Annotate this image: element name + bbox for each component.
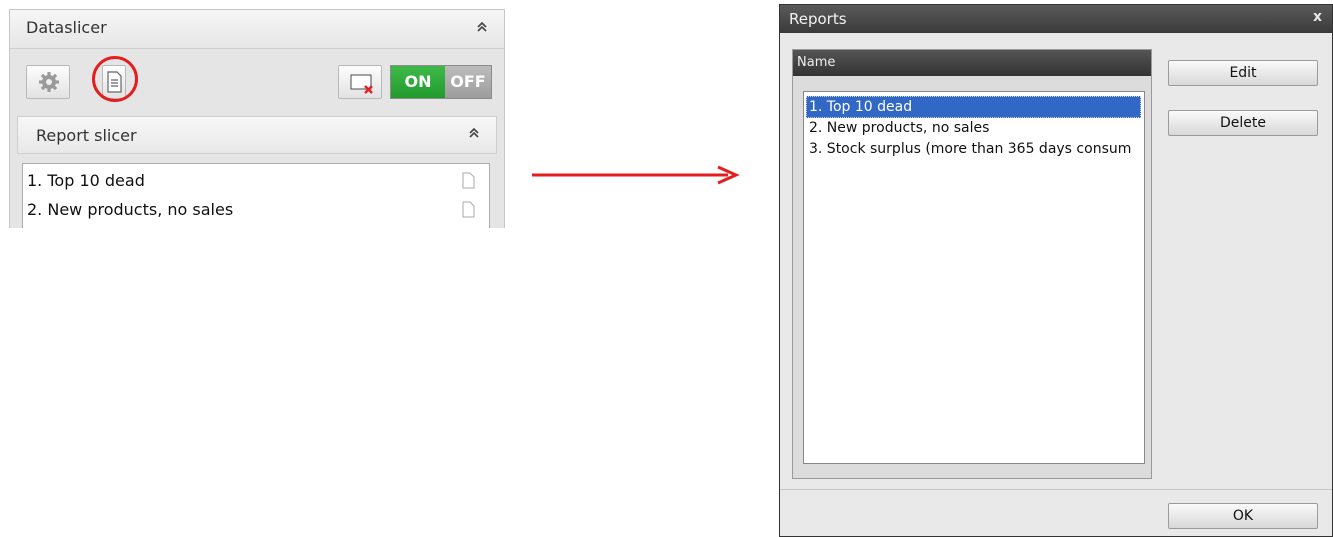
document-icon bbox=[462, 201, 475, 218]
on-off-toggle[interactable]: ON OFF bbox=[390, 65, 492, 99]
column-header-label: Name bbox=[797, 55, 836, 70]
document-icon bbox=[462, 172, 475, 189]
highlight-circle bbox=[92, 56, 138, 102]
dataslicer-header[interactable]: Dataslicer bbox=[10, 10, 504, 49]
reports-list-group: Name 1. Top 10 dead 2. New products, no … bbox=[792, 49, 1152, 479]
dialog-title: Reports bbox=[789, 10, 847, 28]
dialog-titlebar[interactable]: Reports x bbox=[780, 5, 1332, 33]
reports-dialog: Reports x Name 1. Top 10 dead 2. New pro… bbox=[779, 4, 1333, 537]
edit-button[interactable]: Edit bbox=[1168, 60, 1318, 86]
dataslicer-title: Dataslicer bbox=[26, 18, 107, 37]
list-item[interactable]: 3. Stock surplus (more than 365 days con… bbox=[806, 138, 1131, 160]
report-slicer-title: Report slicer bbox=[36, 126, 137, 145]
list-item[interactable]: 1. Top 10 dead bbox=[27, 171, 145, 190]
settings-button[interactable] bbox=[26, 65, 70, 99]
reports-list[interactable]: 1. Top 10 dead 2. New products, no sales… bbox=[803, 91, 1145, 464]
list-item[interactable]: 2. New products, no sales bbox=[806, 117, 989, 139]
report-slicer-list: 1. Top 10 dead 2. New products, no sales bbox=[22, 163, 490, 228]
delete-button[interactable]: Delete bbox=[1168, 110, 1318, 136]
close-icon[interactable]: x bbox=[1313, 9, 1322, 25]
report-slicer-header[interactable]: Report slicer bbox=[17, 116, 497, 154]
gear-icon bbox=[39, 72, 59, 92]
list-item-selected[interactable]: 1. Top 10 dead bbox=[806, 96, 1141, 118]
toggle-off-label: OFF bbox=[445, 66, 491, 98]
right-arrow-icon bbox=[532, 165, 740, 185]
double-chevron-up-icon[interactable] bbox=[472, 19, 492, 39]
column-header-name[interactable]: Name bbox=[793, 50, 1151, 76]
divider bbox=[780, 489, 1332, 490]
toggle-on-label: ON bbox=[391, 66, 445, 98]
clear-filter-button[interactable] bbox=[338, 65, 382, 99]
list-item[interactable]: 2. New products, no sales bbox=[27, 200, 233, 219]
double-chevron-up-icon[interactable] bbox=[464, 125, 484, 145]
dataslicer-panel: Dataslicer ON OFF Report slicer 1. Top 1… bbox=[9, 9, 505, 228]
clear-filter-icon bbox=[350, 74, 373, 94]
ok-button[interactable]: OK bbox=[1168, 503, 1318, 529]
